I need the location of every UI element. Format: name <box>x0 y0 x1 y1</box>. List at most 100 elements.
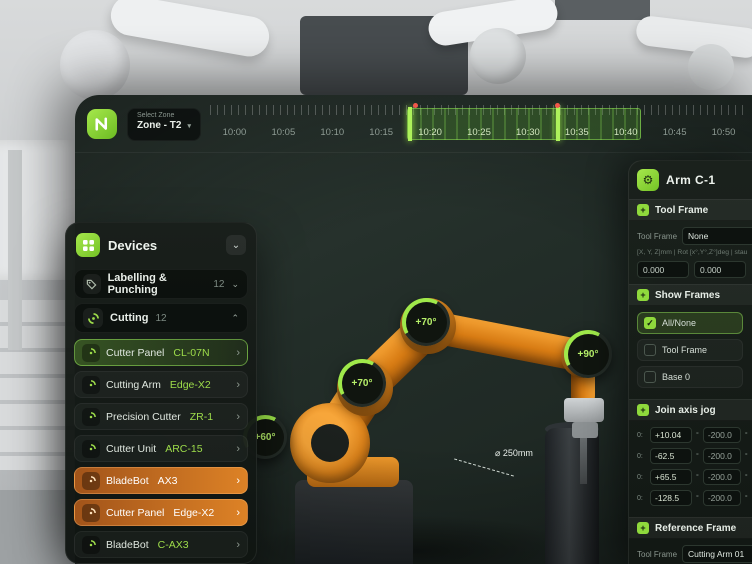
device-item-bladebot-ax3[interactable]: BladeBot AX3 › <box>74 467 248 494</box>
blade-icon <box>83 308 103 328</box>
arm-panel-header: ⚙ Arm C-1 <box>629 161 752 199</box>
device-item-cutter-unit-arc-15[interactable]: Cutter Unit ARC-15 › <box>74 435 248 462</box>
section-title: Reference Frame <box>655 523 736 534</box>
axis-value-input[interactable]: -62.5 <box>650 448 692 464</box>
photo-shape <box>60 30 130 100</box>
checkbox-row-base-0[interactable]: Base 0 <box>637 366 743 388</box>
tool-frame-select[interactable]: None ▾ <box>682 227 752 245</box>
device-item-cutting-arm-edge-x2[interactable]: Cutting Arm Edge-X2 › <box>74 371 248 398</box>
photo-shape <box>470 28 526 84</box>
time-label: 10:45 <box>650 127 699 138</box>
joint-angle-badge[interactable]: +70° <box>402 298 450 346</box>
section-title: Show Frames <box>655 290 720 301</box>
event-dot <box>413 103 418 108</box>
robot-pedestal <box>295 480 413 564</box>
devices-grid-icon <box>76 233 100 257</box>
axis-value-input[interactable]: +65.5 <box>650 469 692 485</box>
checkbox-icon[interactable] <box>644 344 656 356</box>
section-header-join-axis-jog[interactable]: + Join axis jog <box>629 399 752 421</box>
timeline[interactable]: 10:00 10:05 10:10 10:15 10:20 10:25 10:3… <box>210 103 748 149</box>
time-label: 10:15 <box>357 127 406 138</box>
chevron-up-icon: ⌃ <box>231 313 239 324</box>
axis-limit-input[interactable]: -200.0 <box>703 469 741 485</box>
photo-shape <box>688 44 734 90</box>
group-count: 12 <box>213 279 224 290</box>
section-title: Join axis jog <box>655 405 716 416</box>
axis-limit-input[interactable]: -200.0 <box>703 427 741 443</box>
zone-selector-label: Select Zone <box>137 112 191 119</box>
axis-limit-input[interactable]: -200.0 <box>703 490 741 506</box>
tag-icon <box>83 274 101 294</box>
group-label: Labelling & Punching <box>108 272 207 296</box>
device-group-cutting[interactable]: Cutting 12 ⌃ <box>74 303 248 333</box>
checkbox-label: All/None <box>662 318 696 328</box>
time-label: 10:35 <box>552 127 601 138</box>
chevron-right-icon: › <box>236 507 240 519</box>
checkbox-row-all-none[interactable]: ✓ All/None <box>637 312 743 334</box>
device-model: C-AX3 <box>158 539 189 551</box>
blade-icon <box>82 344 100 362</box>
time-label: 10:20 <box>406 127 455 138</box>
zone-selector[interactable]: Select Zone Zone - T2 ▾ <box>127 108 201 141</box>
device-item-bladebot-c-ax3[interactable]: BladeBot C-AX3 › <box>74 531 248 558</box>
section-header-show-frames[interactable]: + Show Frames <box>629 284 752 306</box>
gear-icon: ⚙ <box>637 169 659 191</box>
end-effector-tool <box>564 398 604 422</box>
reference-frame-field-label: Tool Frame <box>637 550 677 559</box>
checkbox-icon[interactable] <box>644 371 656 383</box>
checkbox-row-tool-frame[interactable]: Tool Frame <box>637 339 743 361</box>
degree-unit: ° <box>745 453 748 460</box>
show-frames-body: ✓ All/None Tool Frame Base 0 <box>629 306 752 399</box>
device-item-cutter-panel-edge-x2[interactable]: Cutter Panel Edge-X2 › <box>74 499 248 526</box>
blade-icon <box>82 376 100 394</box>
axis-limit-input[interactable]: -200.0 <box>703 448 741 464</box>
axis-index: 0: <box>637 495 646 502</box>
plus-icon: + <box>637 404 649 416</box>
joint-angle-badge[interactable]: +70° <box>338 359 386 407</box>
axis-index: 0: <box>637 474 646 481</box>
drill-bit <box>580 438 587 484</box>
chevron-right-icon: › <box>236 411 240 423</box>
device-name: Cutter Unit <box>106 443 156 455</box>
device-item-precision-cutter-zr-1[interactable]: Precision Cutter ZR-1 › <box>74 403 248 430</box>
device-item-cutter-panel-cl-07n[interactable]: Cutter Panel CL-07N › <box>74 339 248 366</box>
joint-angle-value: +90° <box>568 334 609 375</box>
chevron-right-icon: › <box>236 379 240 391</box>
jog-body: 0: +10.04 ° -200.0 ° 0: -62.5 ° -200.0 °… <box>629 421 752 517</box>
axis-index: 0: <box>637 432 646 439</box>
degree-unit: ° <box>745 474 748 481</box>
coordinate-input[interactable]: 0.000 <box>694 261 746 278</box>
section-header-reference-frame[interactable]: + Reference Frame <box>629 517 752 539</box>
blade-icon <box>82 472 100 490</box>
event-dot <box>555 103 560 108</box>
top-bar: Select Zone Zone - T2 ▾ 10:00 10:05 10:1… <box>75 95 752 153</box>
reference-frame-select[interactable]: Cutting Arm 01 ▾ <box>682 545 752 563</box>
joint-angle-badge[interactable]: +90° <box>564 330 612 378</box>
chevron-down-icon: ⌄ <box>231 279 239 290</box>
device-group-labelling-punching[interactable]: Labelling & Punching 12 ⌄ <box>74 269 248 299</box>
device-model: CL-07N <box>173 347 209 359</box>
time-label: 10:05 <box>259 127 308 138</box>
blade-icon <box>82 536 100 554</box>
collapse-panel-button[interactable]: ⌄ <box>226 235 246 255</box>
section-title: Tool Frame <box>655 205 708 216</box>
device-model: Edge-X2 <box>170 379 211 391</box>
devices-panel: Devices ⌄ Labelling & Punching 12 ⌄ Cutt… <box>65 222 257 564</box>
joint-angle-value: +70° <box>342 363 383 404</box>
device-model: AX3 <box>158 475 178 487</box>
zone-selector-value: Zone - T2 <box>137 120 181 131</box>
plus-icon: + <box>637 289 649 301</box>
plus-icon: + <box>637 204 649 216</box>
device-name: BladeBot <box>106 475 149 487</box>
arm-control-panel: ⚙ Arm C-1 + Tool Frame Tool Frame None ▾… <box>628 160 752 564</box>
device-model: Edge-X2 <box>173 507 214 519</box>
jog-axis-row: 0: -128.5 ° -200.0 ° <box>637 490 752 506</box>
coordinate-input[interactable]: 0.000 <box>637 261 689 278</box>
jog-axis-row: 0: +65.5 ° -200.0 ° <box>637 469 752 485</box>
axis-value-input[interactable]: +10.04 <box>650 427 692 443</box>
axis-value-input[interactable]: -128.5 <box>650 490 692 506</box>
checkbox-icon[interactable]: ✓ <box>644 317 656 329</box>
timeline-labels: 10:00 10:05 10:10 10:15 10:20 10:25 10:3… <box>210 127 748 138</box>
section-header-tool-frame[interactable]: + Tool Frame <box>629 199 752 221</box>
app-logo[interactable] <box>87 109 117 139</box>
